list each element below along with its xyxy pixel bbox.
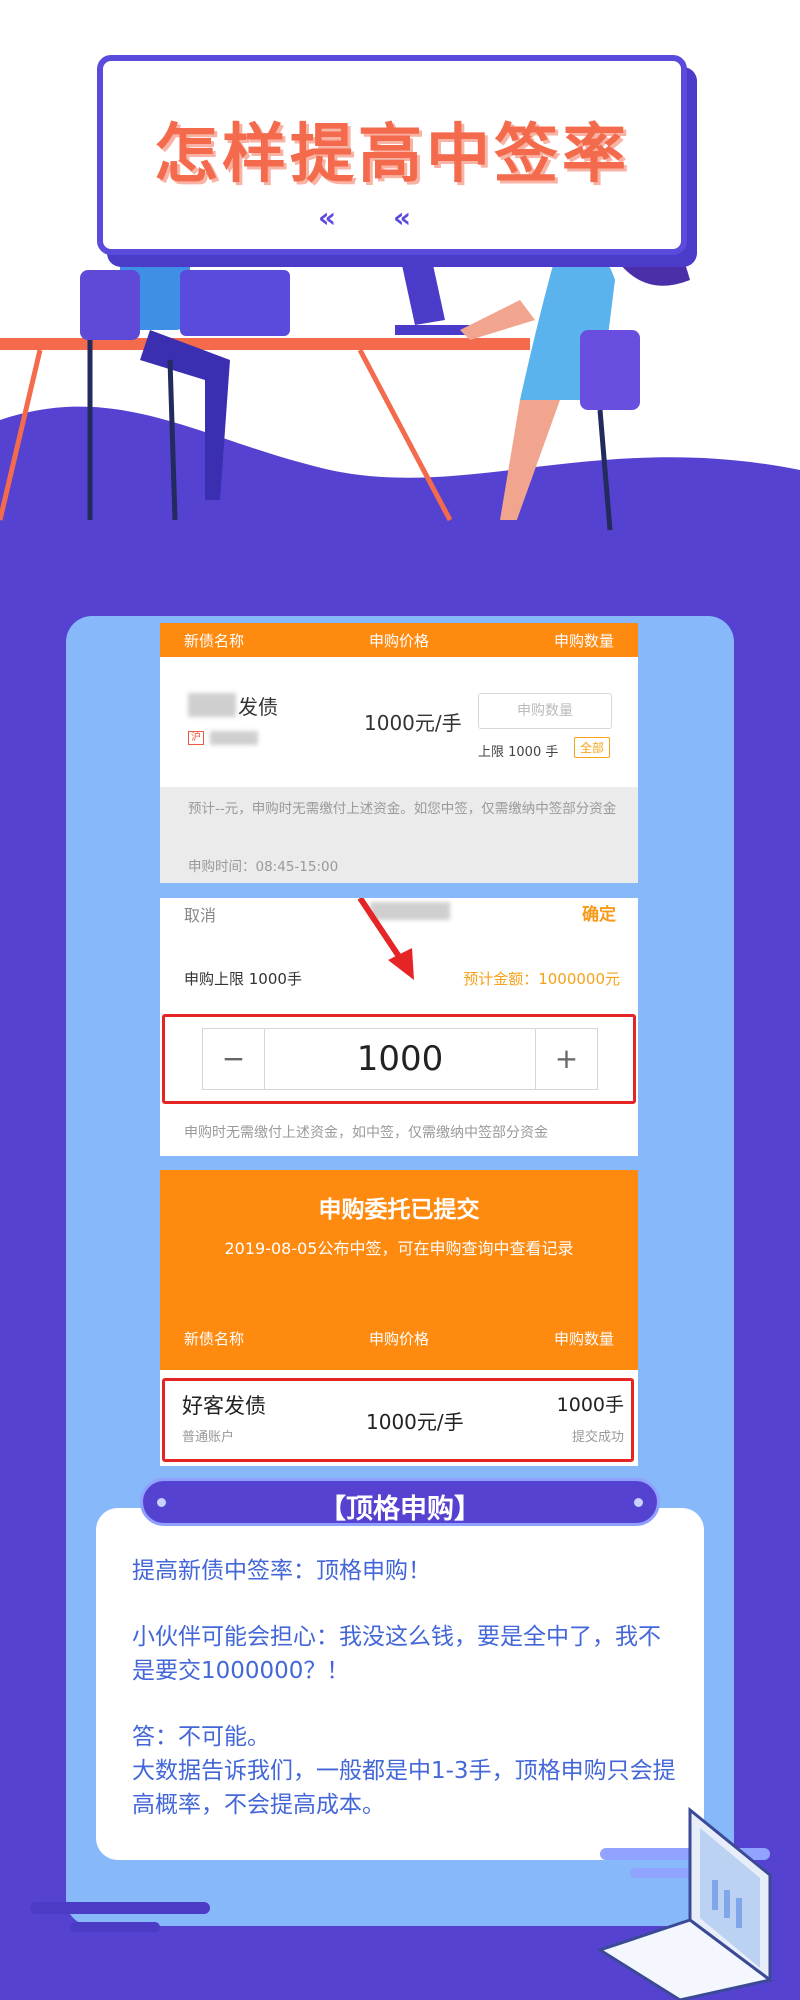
table-header: 新债名称 申购价格 申购数量 xyxy=(160,623,638,657)
bond-price: 1000元/手 xyxy=(364,711,462,735)
redacted-name xyxy=(188,693,236,717)
purchase-limit: 申购上限 1000手 xyxy=(184,970,302,988)
laptop-decoration xyxy=(30,1806,774,2000)
estimated-amount: 预计金额：1000000元 xyxy=(463,970,620,988)
chevron-left-icon: « xyxy=(318,201,337,234)
table-header: 新债名称 申购价格 申购数量 xyxy=(160,1328,638,1358)
ribbon-label: 【顶格申购】 xyxy=(319,1494,481,1525)
page-title: 怎样提高中签率 xyxy=(154,118,630,192)
quantity-picker-screenshot: 取消 确定 申购上限 1000手 预计金额：1000000元 − 1000 + … xyxy=(160,898,638,1156)
panel-line-3: 答：不可能。 xyxy=(132,1724,270,1750)
quantity-input[interactable]: 申购数量 xyxy=(478,693,612,729)
order-row: 好客发债 普通账户 1000元/手 1000手 提交成功 xyxy=(160,1370,638,1466)
bond-name: 好客发债 xyxy=(182,1394,266,1418)
submission-confirmation-screenshot: 申购委托已提交 2019-08-05公布中签，可在申购查询中查看记录 新债名称 … xyxy=(160,1170,638,1466)
limit-text: 上限 1000 手 xyxy=(478,745,559,760)
col-bond-name: 新债名称 xyxy=(184,631,245,650)
title-board: 怎样提高中签率 « « xyxy=(97,55,687,255)
col-price: 申购价格 xyxy=(368,1330,429,1348)
panel-line-2: 小伙伴可能会担心：我没这么钱，要是全中了，我不是要交1000000？！ xyxy=(132,1624,661,1684)
confirm-button[interactable]: 确定 xyxy=(582,900,616,925)
bond-subscription-screenshot: 新债名称 申购价格 申购数量 发债 沪 1000元/手 申购数量 上限 1000… xyxy=(160,623,638,883)
info-note: 预计--元，申购时无需缴付上述资金。如您中签，仅需缴纳中签部分资金 xyxy=(188,801,617,817)
all-button[interactable]: 全部 xyxy=(574,737,611,758)
col-price: 申购价格 xyxy=(368,631,429,650)
order-status: 提交成功 xyxy=(571,1430,624,1445)
laptop-icon xyxy=(596,1806,774,2000)
order-quantity: 1000手 xyxy=(556,1394,624,1416)
col-qty: 申购数量 xyxy=(553,1330,614,1348)
redacted-code xyxy=(210,731,258,745)
hero-illustration: 怎样提高中签率 « « xyxy=(0,0,800,600)
confirmation-title: 申购委托已提交 xyxy=(318,1197,480,1223)
account-type: 普通账户 xyxy=(182,1430,235,1445)
bond-row: 发债 沪 1000元/手 申购数量 上限 1000 手 全部 xyxy=(160,657,638,787)
chevron-left-icon: « xyxy=(393,201,412,234)
red-arrow-icon xyxy=(357,898,414,980)
bond-name: 发债 xyxy=(238,695,278,719)
confirmation-subtitle: 2019-08-05公布中签，可在申购查询中查看记录 xyxy=(224,1239,574,1258)
cancel-button[interactable]: 取消 xyxy=(184,902,216,926)
section-ribbon: 【顶格申购】 xyxy=(140,1478,660,1526)
subscription-time: 申购时间：08:45-15:00 xyxy=(188,859,339,875)
increment-button[interactable]: + xyxy=(535,1029,597,1089)
quantity-value[interactable]: 1000 xyxy=(265,1029,535,1089)
col-bond-name: 新债名称 xyxy=(184,1330,245,1348)
info-panel: 预计--元，申购时无需缴付上述资金。如您中签，仅需缴纳中签部分资金 申购时间：0… xyxy=(160,787,638,883)
panel-line-1: 提高新债中签率：顶格申购！ xyxy=(132,1558,431,1584)
payment-note: 申购时无需缴付上述资金，如中签，仅需缴纳中签部分资金 xyxy=(184,1125,548,1141)
bond-price: 1000元/手 xyxy=(366,1410,464,1434)
decrement-button[interactable]: − xyxy=(203,1029,265,1089)
quantity-stepper[interactable]: − 1000 + xyxy=(202,1028,598,1090)
col-qty: 申购数量 xyxy=(553,631,614,650)
market-tag: 沪 xyxy=(188,731,204,745)
